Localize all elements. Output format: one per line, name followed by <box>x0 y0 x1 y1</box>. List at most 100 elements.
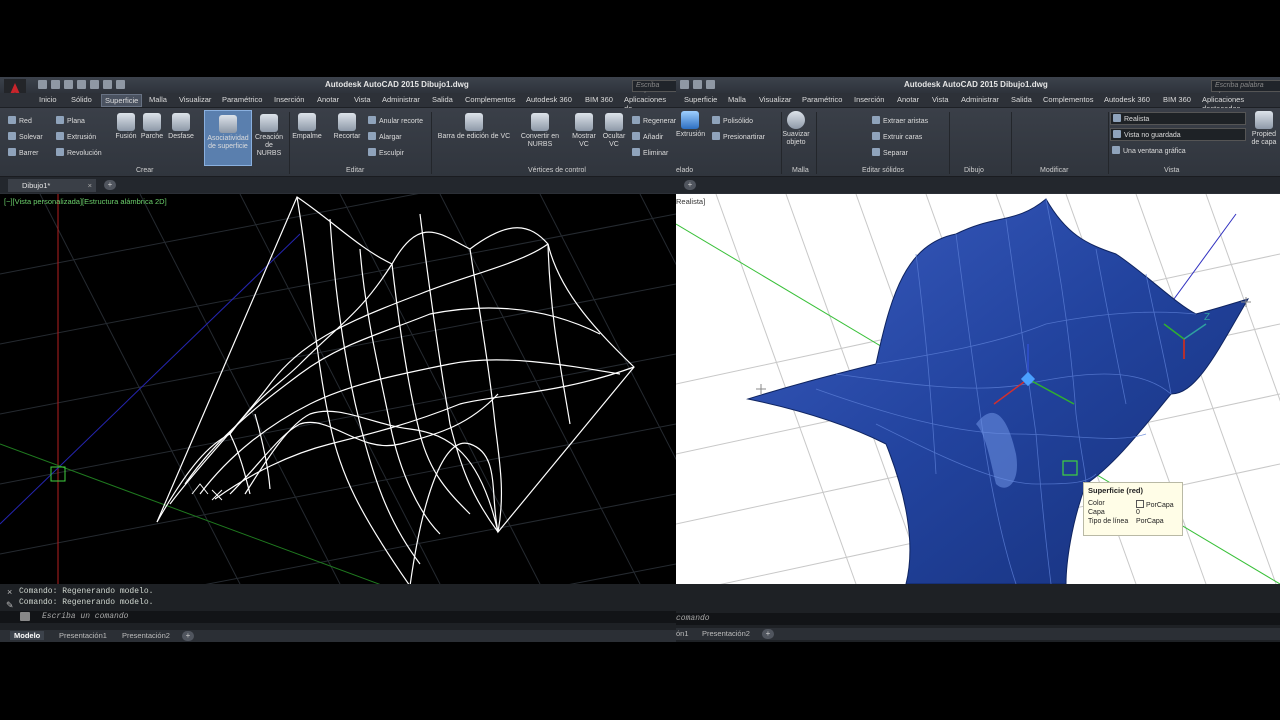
separar-button[interactable]: Separar <box>872 148 908 157</box>
visual-style-dropdown[interactable]: Realista <box>1110 112 1246 125</box>
revolucion-button[interactable]: Revolución <box>56 148 102 157</box>
tab-anotar[interactable]: Anotar <box>897 95 919 104</box>
tab-vista[interactable]: Vista <box>932 95 949 104</box>
convertir-nurbs-button[interactable]: Convertir en NURBS <box>518 113 562 149</box>
tab-insercion[interactable]: Inserción <box>854 95 884 104</box>
tab-complementos[interactable]: Complementos <box>465 95 515 104</box>
solevar-button[interactable]: Solevar <box>8 132 43 141</box>
anadir-button[interactable]: Añadir <box>632 132 663 141</box>
empalme-button[interactable]: Empalme <box>292 113 322 141</box>
print-icon[interactable] <box>680 80 689 89</box>
extraer-aristas-button[interactable]: Extraer aristas <box>872 116 928 125</box>
extruir-caras-button[interactable]: Extruir caras <box>872 132 922 141</box>
panel-modificar-label[interactable]: Modificar <box>1040 167 1068 174</box>
save-as-icon[interactable] <box>77 80 86 89</box>
layout-tab-presentacion2[interactable]: Presentación2 <box>118 631 174 640</box>
suavizar-objeto-button[interactable]: Suavizar objeto <box>782 111 810 147</box>
panel-editar-solidos-label[interactable]: Editar sólidos <box>862 167 904 174</box>
saved-view-dropdown[interactable]: Vista no guardada <box>1110 128 1246 141</box>
eliminar-button[interactable]: Eliminar <box>632 148 668 157</box>
tab-administrar[interactable]: Administrar <box>382 95 420 104</box>
wrench-icon[interactable]: ✎ <box>6 600 14 611</box>
undo-icon[interactable] <box>103 80 112 89</box>
left-viewport[interactable]: [−][Vista personalizada][Estructura alám… <box>0 194 676 584</box>
desfase-button[interactable]: Desfase <box>167 113 195 141</box>
tab-complementos[interactable]: Complementos <box>1043 95 1093 104</box>
presionartirar-button[interactable]: Presionartirar <box>712 132 765 141</box>
ocultar-vc-button[interactable]: Ocultar VC <box>599 113 629 149</box>
command-input[interactable]: comando <box>676 614 710 623</box>
red-button[interactable]: Red <box>8 116 32 125</box>
tab-autodesk-360[interactable]: Autodesk 360 <box>1104 95 1150 104</box>
tab-superficie[interactable]: Superficie <box>684 95 717 104</box>
redo-icon[interactable] <box>706 80 715 89</box>
tab-parametrico[interactable]: Paramétrico <box>802 95 842 104</box>
tab-malla[interactable]: Malla <box>728 95 746 104</box>
panel-crear-label[interactable]: Crear <box>136 167 154 174</box>
right-viewport[interactable]: Realista] Z Superficie (red) Color PorCa… <box>676 194 1280 584</box>
parche-button[interactable]: Parche <box>140 113 164 141</box>
tab-autodesk-360[interactable]: Autodesk 360 <box>526 95 572 104</box>
tab-administrar[interactable]: Administrar <box>961 95 999 104</box>
layout-tab-presentacion2[interactable]: Presentación2 <box>698 629 754 638</box>
tab-bim-360[interactable]: BIM 360 <box>585 95 613 104</box>
tab-salida[interactable]: Salida <box>432 95 453 104</box>
layout-tab-presentacion1[interactable]: ón1 <box>676 629 693 638</box>
fusion-button[interactable]: Fusión <box>114 113 138 141</box>
tab-parametrico[interactable]: Paramétrico <box>222 95 262 104</box>
asociatividad-button[interactable]: Asociatividad de superficie <box>204 110 252 166</box>
file-tab-dibujo1[interactable]: Dibujo1* × <box>8 179 96 192</box>
close-tab-icon[interactable]: × <box>88 179 92 192</box>
open-icon[interactable] <box>51 80 60 89</box>
layout-tab-presentacion1[interactable]: Presentación1 <box>55 631 111 640</box>
new-tab-icon[interactable]: + <box>684 180 696 190</box>
undo-icon[interactable] <box>693 80 702 89</box>
command-input-row[interactable]: comando <box>676 613 1280 625</box>
right-search-input[interactable]: Escriba palabra clave <box>1211 80 1280 99</box>
command-input-row[interactable]: Escriba un comando <box>0 611 676 623</box>
alargar-button[interactable]: Alargar <box>368 132 402 141</box>
new-layout-icon[interactable]: + <box>762 629 774 639</box>
new-layout-icon[interactable]: + <box>182 631 194 641</box>
tab-salida[interactable]: Salida <box>1011 95 1032 104</box>
tab-solido[interactable]: Sólido <box>71 95 92 104</box>
save-icon[interactable] <box>64 80 73 89</box>
polisolido-button[interactable]: Polisólido <box>712 116 753 125</box>
regenerar-button[interactable]: Regenerar <box>632 116 676 125</box>
tab-anotar[interactable]: Anotar <box>317 95 339 104</box>
layout-tab-modelo[interactable]: Modelo <box>10 631 45 640</box>
tab-visualizar[interactable]: Visualizar <box>759 95 791 104</box>
mostrar-vc-button[interactable]: Mostrar VC <box>569 113 599 149</box>
creacion-nurbs-button[interactable]: Creación de NURBS <box>252 114 286 158</box>
panel-editar-label[interactable]: Editar <box>346 167 364 174</box>
new-icon[interactable] <box>38 80 47 89</box>
barra-vc-button[interactable]: Barra de edición de VC <box>434 113 514 141</box>
tab-vista[interactable]: Vista <box>354 95 371 104</box>
redo-icon[interactable] <box>116 80 125 89</box>
panel-vertices-label[interactable]: Vértices de control <box>528 167 586 174</box>
command-input[interactable]: Escriba un comando <box>42 612 128 621</box>
left-search-input[interactable]: Escriba pala <box>632 80 676 99</box>
propiedades-capa-button[interactable]: Propied de capa <box>1248 111 1280 147</box>
close-command-icon[interactable]: × <box>7 587 12 597</box>
viewport-config-dropdown[interactable]: Una ventana gráfica <box>1112 146 1186 155</box>
tab-inicio[interactable]: Inicio <box>39 95 57 104</box>
viewport-controls-label[interactable]: [−][Vista personalizada][Estructura alám… <box>4 197 167 206</box>
extrusion-button[interactable]: Extrusión <box>56 132 96 141</box>
tab-visualizar[interactable]: Visualizar <box>179 95 211 104</box>
tab-malla[interactable]: Malla <box>149 95 167 104</box>
panel-dibujo-label[interactable]: Dibujo <box>964 167 984 174</box>
tab-bim-360[interactable]: BIM 360 <box>1163 95 1191 104</box>
tab-superficie[interactable]: Superficie <box>101 94 143 107</box>
print-icon[interactable] <box>90 80 99 89</box>
recortar-button[interactable]: Recortar <box>331 113 363 141</box>
viewport-controls-label[interactable]: Realista] <box>676 197 705 206</box>
extrusion-button[interactable]: Extrusión <box>676 111 705 139</box>
panel-malla-label[interactable]: Malla <box>792 167 809 174</box>
panel-vista-label[interactable]: Vista <box>1164 167 1179 174</box>
new-tab-icon[interactable]: + <box>104 180 116 190</box>
anular-recorte-button[interactable]: Anular recorte <box>368 116 423 125</box>
barrer-button[interactable]: Barrer <box>8 148 38 157</box>
panel-modelado-label[interactable]: elado <box>676 167 693 174</box>
tab-insercion[interactable]: Inserción <box>274 95 304 104</box>
